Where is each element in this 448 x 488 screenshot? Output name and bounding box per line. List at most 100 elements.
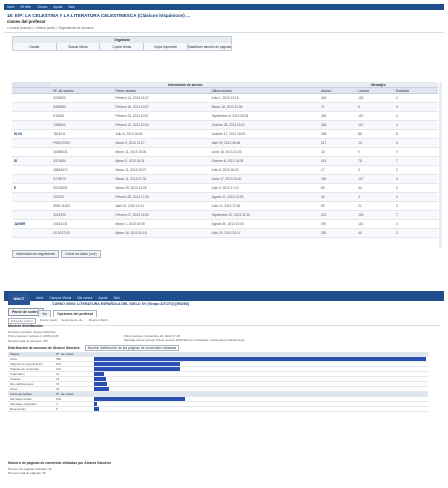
- nav-myweb[interactable]: Mi Web: [20, 5, 31, 9]
- cell-name[interactable]: [12, 138, 52, 148]
- table-row[interactable]: E 00118503 Marzo 25, 2013 14:08 Julio 5, 20…: [12, 183, 438, 193]
- cell-access: 71: [318, 102, 357, 112]
- cell-sent: 7: [393, 210, 438, 220]
- nav-help[interactable]: Ayuda: [53, 5, 62, 9]
- cell-last: Septiembre 10, 2013 22:15: [209, 210, 319, 220]
- cell-name[interactable]: [12, 147, 52, 157]
- tracking-screenshot: Inicio Mi Web Cursos Ayuda Salir 18: E/P…: [4, 4, 444, 266]
- cell-first: Julio 6, 2013 18:50: [113, 129, 210, 139]
- top-nav-bar-2: Inicio Campus Virtual Mis cursos Ayuda S…: [4, 291, 444, 301]
- nav2-logout[interactable]: Salir: [113, 296, 119, 300]
- cell-name[interactable]: [12, 210, 52, 220]
- cell-name[interactable]: ELVS: [12, 129, 52, 139]
- table-row[interactable]: JAVIER 31613141 Marzo 1, 2013 15:00 Agosto …: [12, 219, 438, 229]
- cell-name[interactable]: [12, 192, 52, 202]
- cell-name[interactable]: [12, 165, 52, 175]
- nav2-campus[interactable]: Campus Virtual: [49, 296, 71, 300]
- hide-button[interactable]: Ocultar: [13, 43, 56, 50]
- cell-access: 338: [318, 129, 357, 139]
- tab-view[interactable]: Ver: [38, 310, 52, 317]
- total-pages-count: Número total de páginas: 35: [8, 471, 46, 476]
- cell-read: 40: [356, 228, 394, 238]
- distribution-bar: [94, 387, 110, 391]
- cell-last: Julio 8, 2013 18:33: [209, 165, 319, 175]
- cell-read: 0: [356, 147, 394, 157]
- cell-sent: 7: [393, 156, 438, 166]
- cell-id: 5775070: [51, 174, 114, 184]
- tab-instructor-options[interactable]: Opciones del profesor: [53, 310, 98, 317]
- cell-access: 348: [318, 120, 357, 130]
- nav-home[interactable]: Inicio: [7, 5, 14, 9]
- table-row[interactable]: 48844670 Marzo 11, 2013 18:07 Julio 8, 201…: [12, 165, 438, 175]
- cell-last: Octubre 8, 2013 14:09: [209, 156, 319, 166]
- table-row[interactable]: 8900 11003 Abril 10, 2013 14:14 Julio 14, …: [12, 201, 438, 211]
- copy-records-button[interactable]: Copiar fichas: [99, 43, 144, 50]
- cell-name[interactable]: [12, 93, 52, 103]
- cell-last: Julio 5, 2013 17:10: [209, 183, 319, 193]
- cell-id: 00118503: [51, 183, 114, 193]
- cell-id: 0206003: [51, 93, 114, 103]
- table-row[interactable]: 203763 Febrero 28, 2013 17:03 Agosto 11, 2…: [12, 192, 438, 202]
- webct-logo: WebCT: [8, 293, 30, 305]
- cell-sent: 3: [393, 228, 438, 238]
- table-row[interactable]: ELVS 7614011 Julio 6, 2013 18:50 Octubre 17…: [12, 129, 438, 139]
- cell-name[interactable]: [12, 111, 52, 121]
- cell-name[interactable]: [12, 120, 52, 130]
- cell-name[interactable]: E: [12, 183, 52, 193]
- distribution-bar: [94, 397, 186, 401]
- crumb-tracking[interactable]: Seguimiento de...: [61, 318, 84, 324]
- cell-name[interactable]: [12, 201, 52, 211]
- distribution-screenshot: Inicio Campus Virtual Mis cursos Ayuda S…: [4, 291, 444, 485]
- cell-id: 00 2007110: [51, 228, 114, 238]
- cell-read: 154: [356, 210, 394, 220]
- cell-sent: 8: [393, 129, 438, 139]
- search-records-button[interactable]: Buscar fichas: [55, 43, 100, 50]
- distribution-bar: [94, 357, 426, 361]
- cell-access: 449: [318, 93, 357, 103]
- cell-name[interactable]: [12, 174, 52, 184]
- nav2-home[interactable]: Inicio: [36, 296, 43, 300]
- table-row[interactable]: 8465553 Febrero 16, 2013 10:57 Marzo 18, 2…: [12, 102, 438, 112]
- distribution-bar: [94, 407, 100, 411]
- cell-last: Agosto 11, 2013 14:09: [209, 192, 319, 202]
- table-row[interactable]: E14640 Febrero 14, 2013 10:57 Septiembre 6…: [12, 111, 438, 121]
- section-title: Mostrar distribución: [8, 324, 43, 328]
- nav2-help[interactable]: Ayuda: [98, 296, 107, 300]
- breadcrumb[interactable]: o control (estudio) > Interior (web) > S…: [4, 25, 444, 33]
- distribution-select[interactable]: Mostrar distribución de las páginas de c…: [84, 345, 180, 351]
- page-size-button[interactable]: Establecer tamaño de páginas: [186, 43, 231, 50]
- cell-read: 3: [356, 192, 394, 202]
- print-sheets-button[interactable]: Hojas impresión: [143, 43, 187, 50]
- table-row[interactable]: P06107000 Marzo 5, 2013 13:07 Abril 29, 20…: [12, 138, 438, 148]
- tracking-info-button[interactable]: Información de seguimiento: [12, 250, 60, 258]
- nav-courses[interactable]: Cursos: [37, 5, 47, 9]
- table-row[interactable]: 5775070 Marzo 11, 2013 07:34 Junio 17, 201…: [12, 174, 438, 184]
- table-row[interactable]: ID 5375484 Marzo 5, 2013 18:31 Octubre 8, 2…: [12, 156, 438, 166]
- student-info-2: Último acceso: Noviembre 22, 2009 17:18 …: [124, 334, 244, 343]
- visited-pages-title: Número de páginas de contenido visitadas…: [8, 461, 112, 465]
- table-row[interactable]: 16060041 Marzo 11, 2013 16:06 Junio 18, 20…: [12, 147, 438, 157]
- dist-value: 6: [54, 406, 92, 412]
- nav2-courses[interactable]: Mis cursos: [77, 296, 92, 300]
- cell-id: 31613141: [51, 219, 114, 229]
- cell-sent: 0: [393, 192, 438, 202]
- table-row[interactable]: 0206003 Febrero 14, 2013 14:07 Julio 1, 20…: [12, 93, 438, 103]
- cell-first: Marzo 5, 2013 18:31: [113, 156, 210, 166]
- cell-first: Marzo 11, 2013 18:07: [113, 165, 210, 175]
- cell-name[interactable]: ID: [12, 156, 52, 166]
- cell-last: Marzo 18, 2013 11:06: [209, 102, 319, 112]
- export-csv-button[interactable]: Cerrar los datos (.csv): [61, 250, 101, 258]
- dist-label: Respuestas: [8, 406, 54, 412]
- cell-access: 17: [318, 165, 357, 175]
- page-subtitle: ciones del profesor: [7, 19, 46, 24]
- vertical-scrollbar[interactable]: [439, 82, 442, 248]
- distribution-bar: [94, 367, 180, 371]
- table-row[interactable]: 00 2007110 Marzo 16, 2013 20:18 Julio 20, …: [12, 228, 438, 238]
- cell-name[interactable]: [12, 228, 52, 238]
- nav-logout[interactable]: Salir: [68, 5, 74, 9]
- cell-name[interactable]: [12, 102, 52, 112]
- cell-name[interactable]: JAVIER: [12, 219, 52, 229]
- table-row[interactable]: 1305000 Febrero 12, 2013 20:34 Octubre 28,…: [12, 120, 438, 130]
- cell-read: 78: [356, 156, 394, 166]
- table-row[interactable]: 3018790 Febrero 27, 2013 16:30 Septiembre …: [12, 210, 438, 220]
